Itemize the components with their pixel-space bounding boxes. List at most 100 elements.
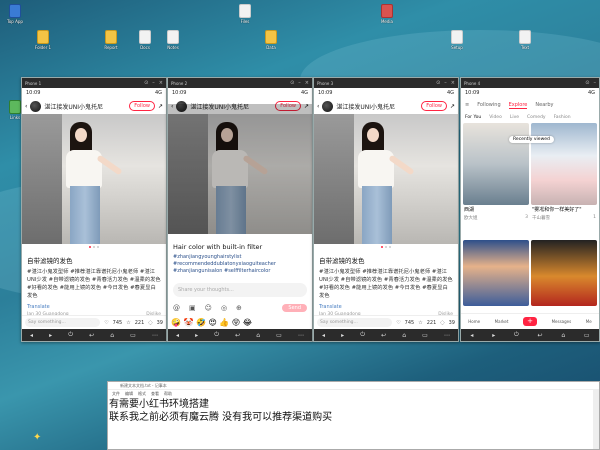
minimize-icon[interactable]: – [594,80,597,86]
menu-help[interactable]: 帮助 [164,391,172,397]
desktop-icon[interactable]: Notes [158,30,188,50]
window-titlebar[interactable]: Phone 1 ⊙ – × [22,78,166,88]
post-photo[interactable] [22,114,166,244]
subtab-comedy[interactable]: Comedy [527,115,546,120]
desktop-icon[interactable]: Report [96,30,126,50]
volume-up-icon[interactable]: ▸ [492,332,495,339]
desktop-icon[interactable]: Files [230,4,260,24]
power-icon[interactable]: ⏻ [68,331,73,339]
close-icon[interactable]: × [451,80,455,86]
avatar[interactable] [30,100,42,112]
notepad-titlebar[interactable]: 新建文本文档.txt - 记事本 [108,382,599,390]
home-nav-icon[interactable]: ⌂ [256,332,260,339]
phone-window-3[interactable]: Phone 3 ⊙ – × 10:09 4G ‹ 湛江接发UNI小鬼托尼 Follow … [313,77,459,342]
minimize-icon[interactable]: – [444,80,447,86]
share-icon[interactable]: ↗ [450,103,455,110]
at-icon[interactable]: @ [173,304,180,312]
post-photo[interactable] [314,114,458,244]
create-post-button[interactable]: + [523,317,537,326]
home-nav-icon[interactable]: ⌂ [110,332,114,339]
tab-following[interactable]: Following [477,102,500,108]
notepad-window[interactable]: 新建文本文档.txt - 记事本 文件 编辑 格式 查看 帮助 有需要小红书环境… [107,381,600,450]
minimize-icon[interactable]: – [298,80,301,86]
home-nav-icon[interactable]: ⌂ [402,332,406,339]
like-icon[interactable]: ♡ [104,320,108,326]
feed-card[interactable] [463,240,529,306]
star-icon[interactable]: ☆ [126,320,130,326]
subtab-for-you[interactable]: For You [465,115,481,120]
menu-edit[interactable]: 编辑 [125,391,133,397]
tab-nearby[interactable]: Nearby [535,102,553,108]
desktop-icon[interactable]: Top App [0,4,30,24]
feed-card[interactable] [531,240,597,306]
follow-button[interactable]: Follow [129,101,155,111]
desktop-icon[interactable]: Setup [442,30,472,50]
add-icon[interactable]: ⊕ [236,304,242,312]
back-nav-icon[interactable]: ↩ [538,332,543,339]
volume-up-icon[interactable]: ▸ [341,332,344,339]
notepad-scrollbar[interactable] [593,390,599,449]
comment-input[interactable]: Say something... [25,318,101,327]
back-icon[interactable]: ‹ [25,103,27,110]
author-name[interactable]: 湛江接发UNI小鬼托尼 [336,102,418,111]
comment-input[interactable]: Say something... [317,318,393,327]
volume-up-icon[interactable]: ▸ [49,332,52,339]
desktop-icon[interactable]: Folder 1 [28,30,58,50]
pin-icon[interactable]: ⊙ [290,80,294,86]
desktop-icon[interactable]: Data [256,30,286,50]
recently-viewed-bubble[interactable]: Recently viewed [509,136,554,143]
power-icon[interactable]: ⏻ [514,331,519,339]
desktop-icon[interactable]: Media [372,4,402,24]
subtab-video[interactable]: Video [489,115,502,120]
more-icon[interactable]: ⋯ [298,332,304,339]
translate-link[interactable]: Translate [27,304,161,310]
comment-icon[interactable]: ◌ [148,320,152,326]
translate-link[interactable]: Translate [319,304,453,310]
thoughts-input[interactable]: Share your thoughts... [173,283,307,297]
back-nav-icon[interactable]: ↩ [89,332,94,339]
window-titlebar[interactable]: Phone 4 ⊙ – [461,78,599,88]
emoji-row[interactable]: 🤪 🤡 🤣 😍 👍 😝 😂 [171,318,309,327]
recents-nav-icon[interactable]: ▭ [276,332,282,339]
share-icon[interactable]: ↗ [158,103,163,110]
volume-down-icon[interactable]: ◂ [322,332,325,339]
emoji-icon[interactable]: ☺ [205,304,212,312]
pin-icon[interactable]: ⊙ [144,80,148,86]
volume-up-icon[interactable]: ▸ [195,332,198,339]
nav-messages[interactable]: Messages [552,319,572,324]
phone-window-1[interactable]: Phone 1 ⊙ – × 10:09 4G ‹ 湛江接发UNI小鬼托尼 Follow … [21,77,167,342]
desktop-icon[interactable]: Docs [130,30,160,50]
minimize-icon[interactable]: – [152,80,155,86]
volume-down-icon[interactable]: ◂ [176,332,179,339]
back-nav-icon[interactable]: ↩ [381,332,386,339]
notepad-text-area[interactable]: 有需要小红书环境搭建 联系我之前必须有魔云腾 没有我可以推荐渠道购买 [108,397,599,424]
star-icon[interactable]: ☆ [418,320,422,326]
close-icon[interactable]: × [159,80,163,86]
window-titlebar[interactable]: Phone 3 ⊙ – × [314,78,458,88]
desktop-icon[interactable]: Text [510,30,540,50]
power-icon[interactable]: ⏻ [360,331,365,339]
comment-icon[interactable]: ◌ [440,320,444,326]
subtab-live[interactable]: Live [510,115,519,120]
nav-me[interactable]: Me [586,319,592,324]
menu-view[interactable]: 查看 [151,391,159,397]
back-icon[interactable]: ‹ [317,103,319,110]
image-icon[interactable]: ▣ [189,304,196,312]
tab-explore[interactable]: Explore [508,102,528,109]
mention-icon[interactable]: ◎ [221,304,227,312]
recents-nav-icon[interactable]: ▭ [130,332,136,339]
menu-icon[interactable]: ≡ [465,102,469,108]
recents-nav-icon[interactable]: ▭ [584,332,590,339]
nav-home[interactable]: Home [468,319,480,324]
menu-file[interactable]: 文件 [112,391,120,397]
close-icon[interactable]: × [305,80,309,86]
more-icon[interactable]: ⋯ [152,332,158,339]
more-icon[interactable]: ⋯ [444,332,450,339]
subtab-fashion[interactable]: Fashion [554,115,571,120]
nav-market[interactable]: Market [495,319,509,324]
window-titlebar[interactable]: Phone 2 ⊙ – × [168,78,312,88]
phone-window-2[interactable]: Phone 2 ⊙ – × 10:09 4G ‹ 湛江接发UNI小鬼托尼 Follow … [167,77,313,342]
follow-button[interactable]: Follow [421,101,447,111]
phone-window-4[interactable]: Phone 4 ⊙ – 10:09 4G ≡ Following Explore Ne… [460,77,600,342]
volume-down-icon[interactable]: ◂ [30,332,33,339]
